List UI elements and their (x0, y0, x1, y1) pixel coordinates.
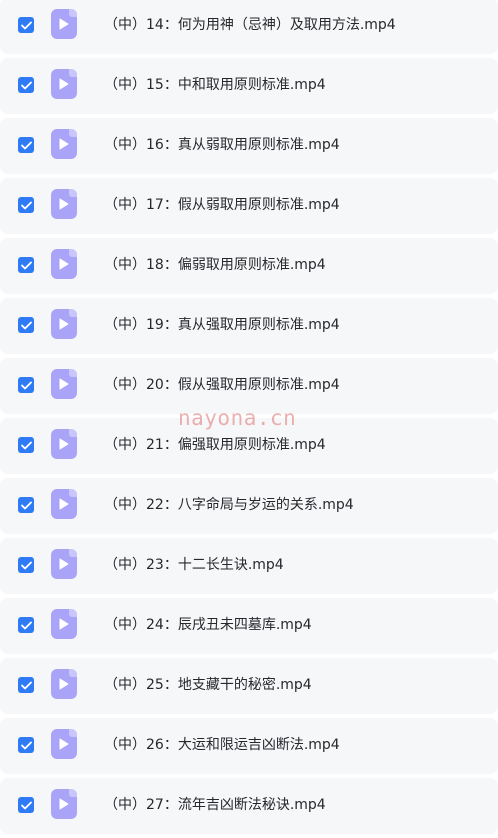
file-checkbox[interactable] (18, 677, 34, 693)
file-checkbox[interactable] (18, 617, 34, 633)
video-file-icon (51, 249, 77, 279)
file-row[interactable]: （中）16：真从弱取用原则标准.mp4 (0, 118, 498, 174)
file-name: （中）21：偏强取用原则标准.mp4 (104, 437, 326, 453)
file-row[interactable]: （中）26：大运和限运吉凶断法.mp4 (0, 718, 498, 774)
video-file-icon (51, 189, 77, 219)
play-icon (59, 678, 69, 690)
file-checkbox[interactable] (18, 737, 34, 753)
play-icon (59, 738, 69, 750)
video-file-icon (51, 309, 77, 339)
file-name: （中）17：假从弱取用原则标准.mp4 (104, 197, 340, 213)
video-file-icon (51, 549, 77, 579)
checkmark-icon (20, 801, 32, 809)
file-row[interactable]: （中）25：地支藏干的秘密.mp4 (0, 658, 498, 714)
play-icon (59, 798, 69, 810)
file-name: （中）22：八字命局与岁运的关系.mp4 (104, 497, 354, 513)
checkmark-icon (20, 741, 32, 749)
file-row[interactable]: （中）14：何为用神（忌神）及取用方法.mp4 (0, 0, 498, 54)
play-icon (59, 318, 69, 330)
checkmark-icon (20, 621, 32, 629)
play-icon (59, 198, 69, 210)
play-icon (59, 138, 69, 150)
video-file-icon (51, 489, 77, 519)
play-icon (59, 558, 69, 570)
file-checkbox[interactable] (18, 197, 34, 213)
file-row[interactable]: （中）19：真从强取用原则标准.mp4 (0, 298, 498, 354)
checkmark-icon (20, 21, 32, 29)
play-icon (59, 258, 69, 270)
file-name: （中）14：何为用神（忌神）及取用方法.mp4 (104, 17, 396, 33)
file-row[interactable]: （中）20：假从强取用原则标准.mp4 (0, 358, 498, 414)
file-name: （中）23：十二长生诀.mp4 (104, 557, 284, 573)
file-name: （中）18：偏弱取用原则标准.mp4 (104, 257, 326, 273)
file-checkbox[interactable] (18, 497, 34, 513)
file-list: （中）14：何为用神（忌神）及取用方法.mp4 （中）15：中和取用原则标准.m… (0, 0, 498, 838)
file-row[interactable]: （中）18：偏弱取用原则标准.mp4 (0, 238, 498, 294)
file-name: （中）25：地支藏干的秘密.mp4 (104, 677, 312, 693)
play-icon (59, 438, 69, 450)
video-file-icon (51, 69, 77, 99)
file-checkbox[interactable] (18, 257, 34, 273)
play-icon (59, 378, 69, 390)
file-name: （中）27：流年吉凶断法秘诀.mp4 (104, 797, 326, 813)
file-name: （中）15：中和取用原则标准.mp4 (104, 77, 326, 93)
video-file-icon (51, 729, 77, 759)
video-file-icon (51, 609, 77, 639)
checkmark-icon (20, 441, 32, 449)
file-name: （中）20：假从强取用原则标准.mp4 (104, 377, 340, 393)
file-row[interactable]: （中）21：偏强取用原则标准.mp4 (0, 418, 498, 474)
checkmark-icon (20, 321, 32, 329)
file-checkbox[interactable] (18, 17, 34, 33)
file-row[interactable]: （中）15：中和取用原则标准.mp4 (0, 58, 498, 114)
file-checkbox[interactable] (18, 797, 34, 813)
file-name: （中）16：真从弱取用原则标准.mp4 (104, 137, 340, 153)
play-icon (59, 78, 69, 90)
checkmark-icon (20, 381, 32, 389)
file-checkbox[interactable] (18, 77, 34, 93)
video-file-icon (51, 429, 77, 459)
checkmark-icon (20, 561, 32, 569)
checkmark-icon (20, 501, 32, 509)
video-file-icon (51, 669, 77, 699)
file-row[interactable]: （中）24：辰戌丑未四墓库.mp4 (0, 598, 498, 654)
checkmark-icon (20, 81, 32, 89)
file-checkbox[interactable] (18, 317, 34, 333)
file-row[interactable]: （中）22：八字命局与岁运的关系.mp4 (0, 478, 498, 534)
play-icon (59, 618, 69, 630)
checkmark-icon (20, 681, 32, 689)
file-checkbox[interactable] (18, 137, 34, 153)
file-checkbox[interactable] (18, 377, 34, 393)
video-file-icon (51, 369, 77, 399)
video-file-icon (51, 789, 77, 819)
file-name: （中）19：真从强取用原则标准.mp4 (104, 317, 340, 333)
file-row[interactable]: （中）23：十二长生诀.mp4 (0, 538, 498, 594)
file-name: （中）26：大运和限运吉凶断法.mp4 (104, 737, 340, 753)
file-checkbox[interactable] (18, 437, 34, 453)
play-icon (59, 18, 69, 30)
checkmark-icon (20, 201, 32, 209)
checkmark-icon (20, 261, 32, 269)
video-file-icon (51, 129, 77, 159)
file-checkbox[interactable] (18, 557, 34, 573)
file-name: （中）24：辰戌丑未四墓库.mp4 (104, 617, 312, 633)
video-file-icon (51, 9, 77, 39)
play-icon (59, 498, 69, 510)
file-row[interactable]: （中）17：假从弱取用原则标准.mp4 (0, 178, 498, 234)
checkmark-icon (20, 141, 32, 149)
file-row[interactable]: （中）27：流年吉凶断法秘诀.mp4 (0, 778, 498, 834)
